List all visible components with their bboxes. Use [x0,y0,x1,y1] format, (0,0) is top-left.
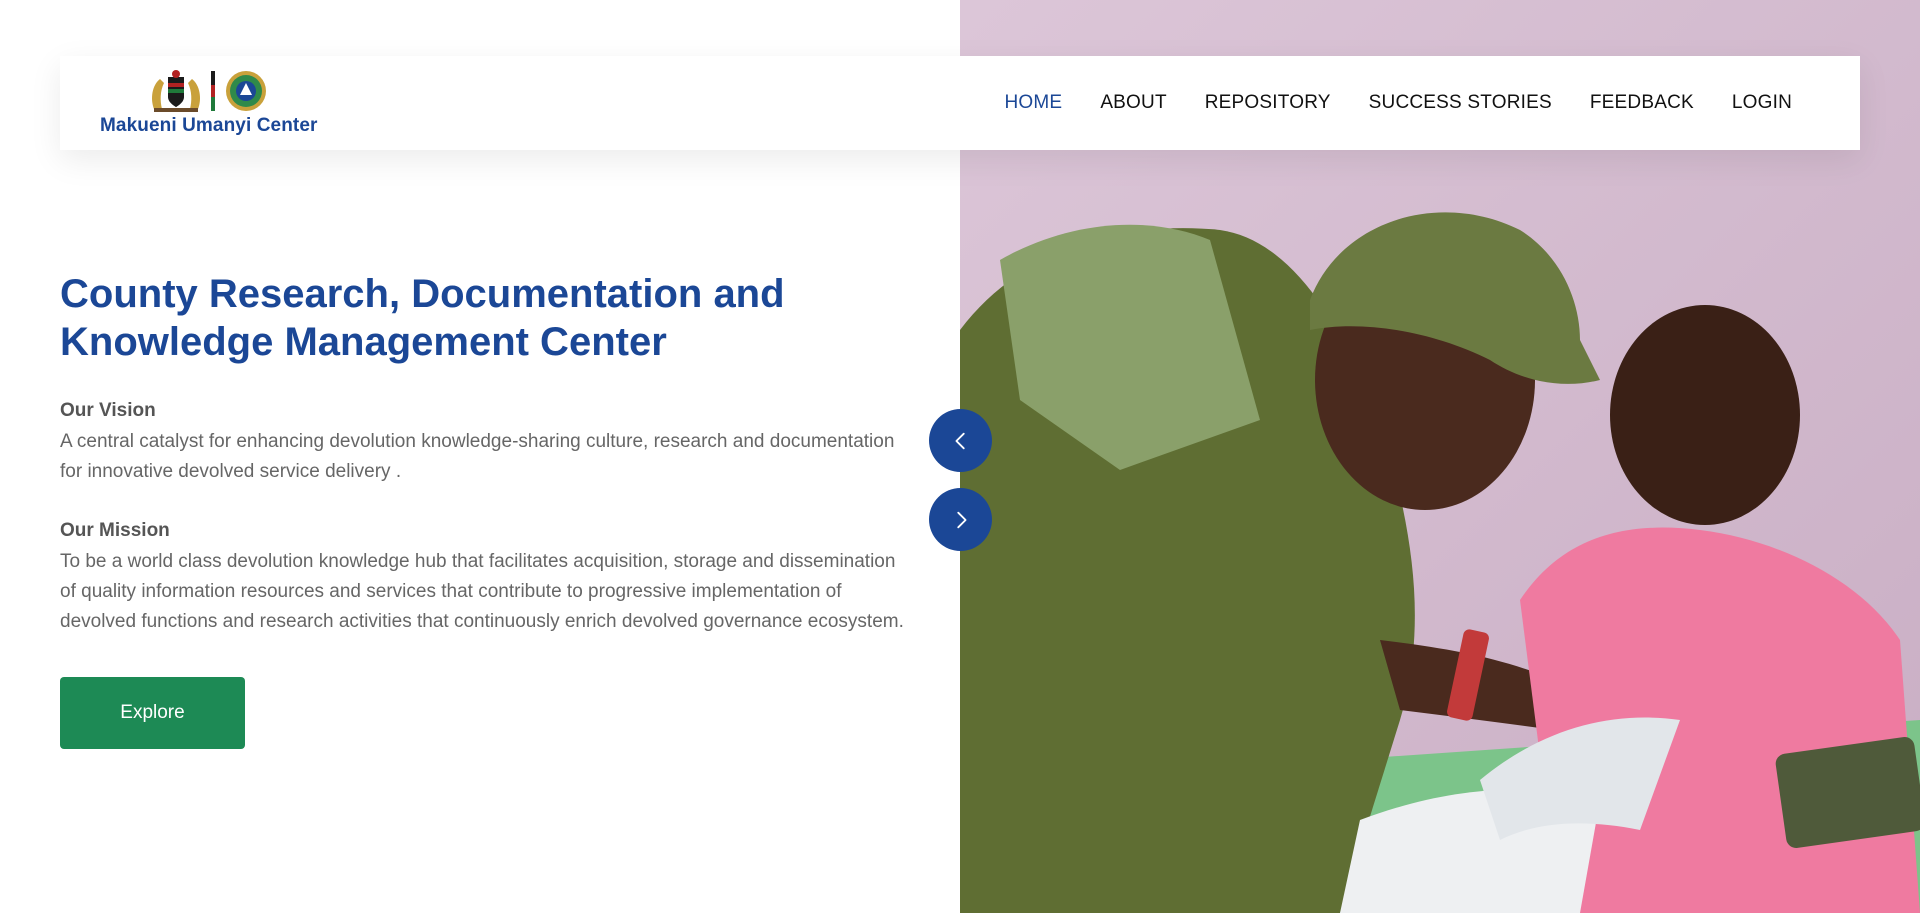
kenya-coat-of-arms-icon [151,70,200,112]
nav-repository[interactable]: REPOSITORY [1205,92,1331,114]
nav-feedback[interactable]: FEEDBACK [1590,92,1694,114]
carousel-next-button[interactable] [929,488,992,551]
chevron-right-icon [956,511,966,528]
mission-text: To be a world class devolution knowledge… [60,551,904,632]
hero-title: County Research, Documentation and Knowl… [60,272,785,364]
site-header: Makueni Umanyi Center HOME ABOUT REPOSIT… [60,56,1860,150]
nav-home[interactable]: HOME [1005,92,1063,114]
brand-logo[interactable]: Makueni Umanyi Center [100,69,318,137]
divider-flag-icon [210,71,215,111]
nav-login[interactable]: LOGIN [1732,92,1792,114]
explore-button[interactable]: Explore [60,677,245,749]
main-nav: HOME ABOUT REPOSITORY SUCCESS STORIES FE… [1005,92,1793,114]
brand-name: Makueni Umanyi Center [100,115,318,136]
carousel-prev-button[interactable] [929,409,992,472]
mission-heading: Our Mission [60,520,170,541]
nav-about[interactable]: ABOUT [1100,92,1166,114]
vision-text: A central catalyst for enhancing devolut… [60,431,895,482]
brand-emblems [148,69,270,113]
chevron-left-icon [955,432,965,449]
vision-heading: Our Vision [60,400,156,421]
nav-success-stories[interactable]: SUCCESS STORIES [1369,92,1552,114]
makueni-county-seal-icon [225,71,266,111]
